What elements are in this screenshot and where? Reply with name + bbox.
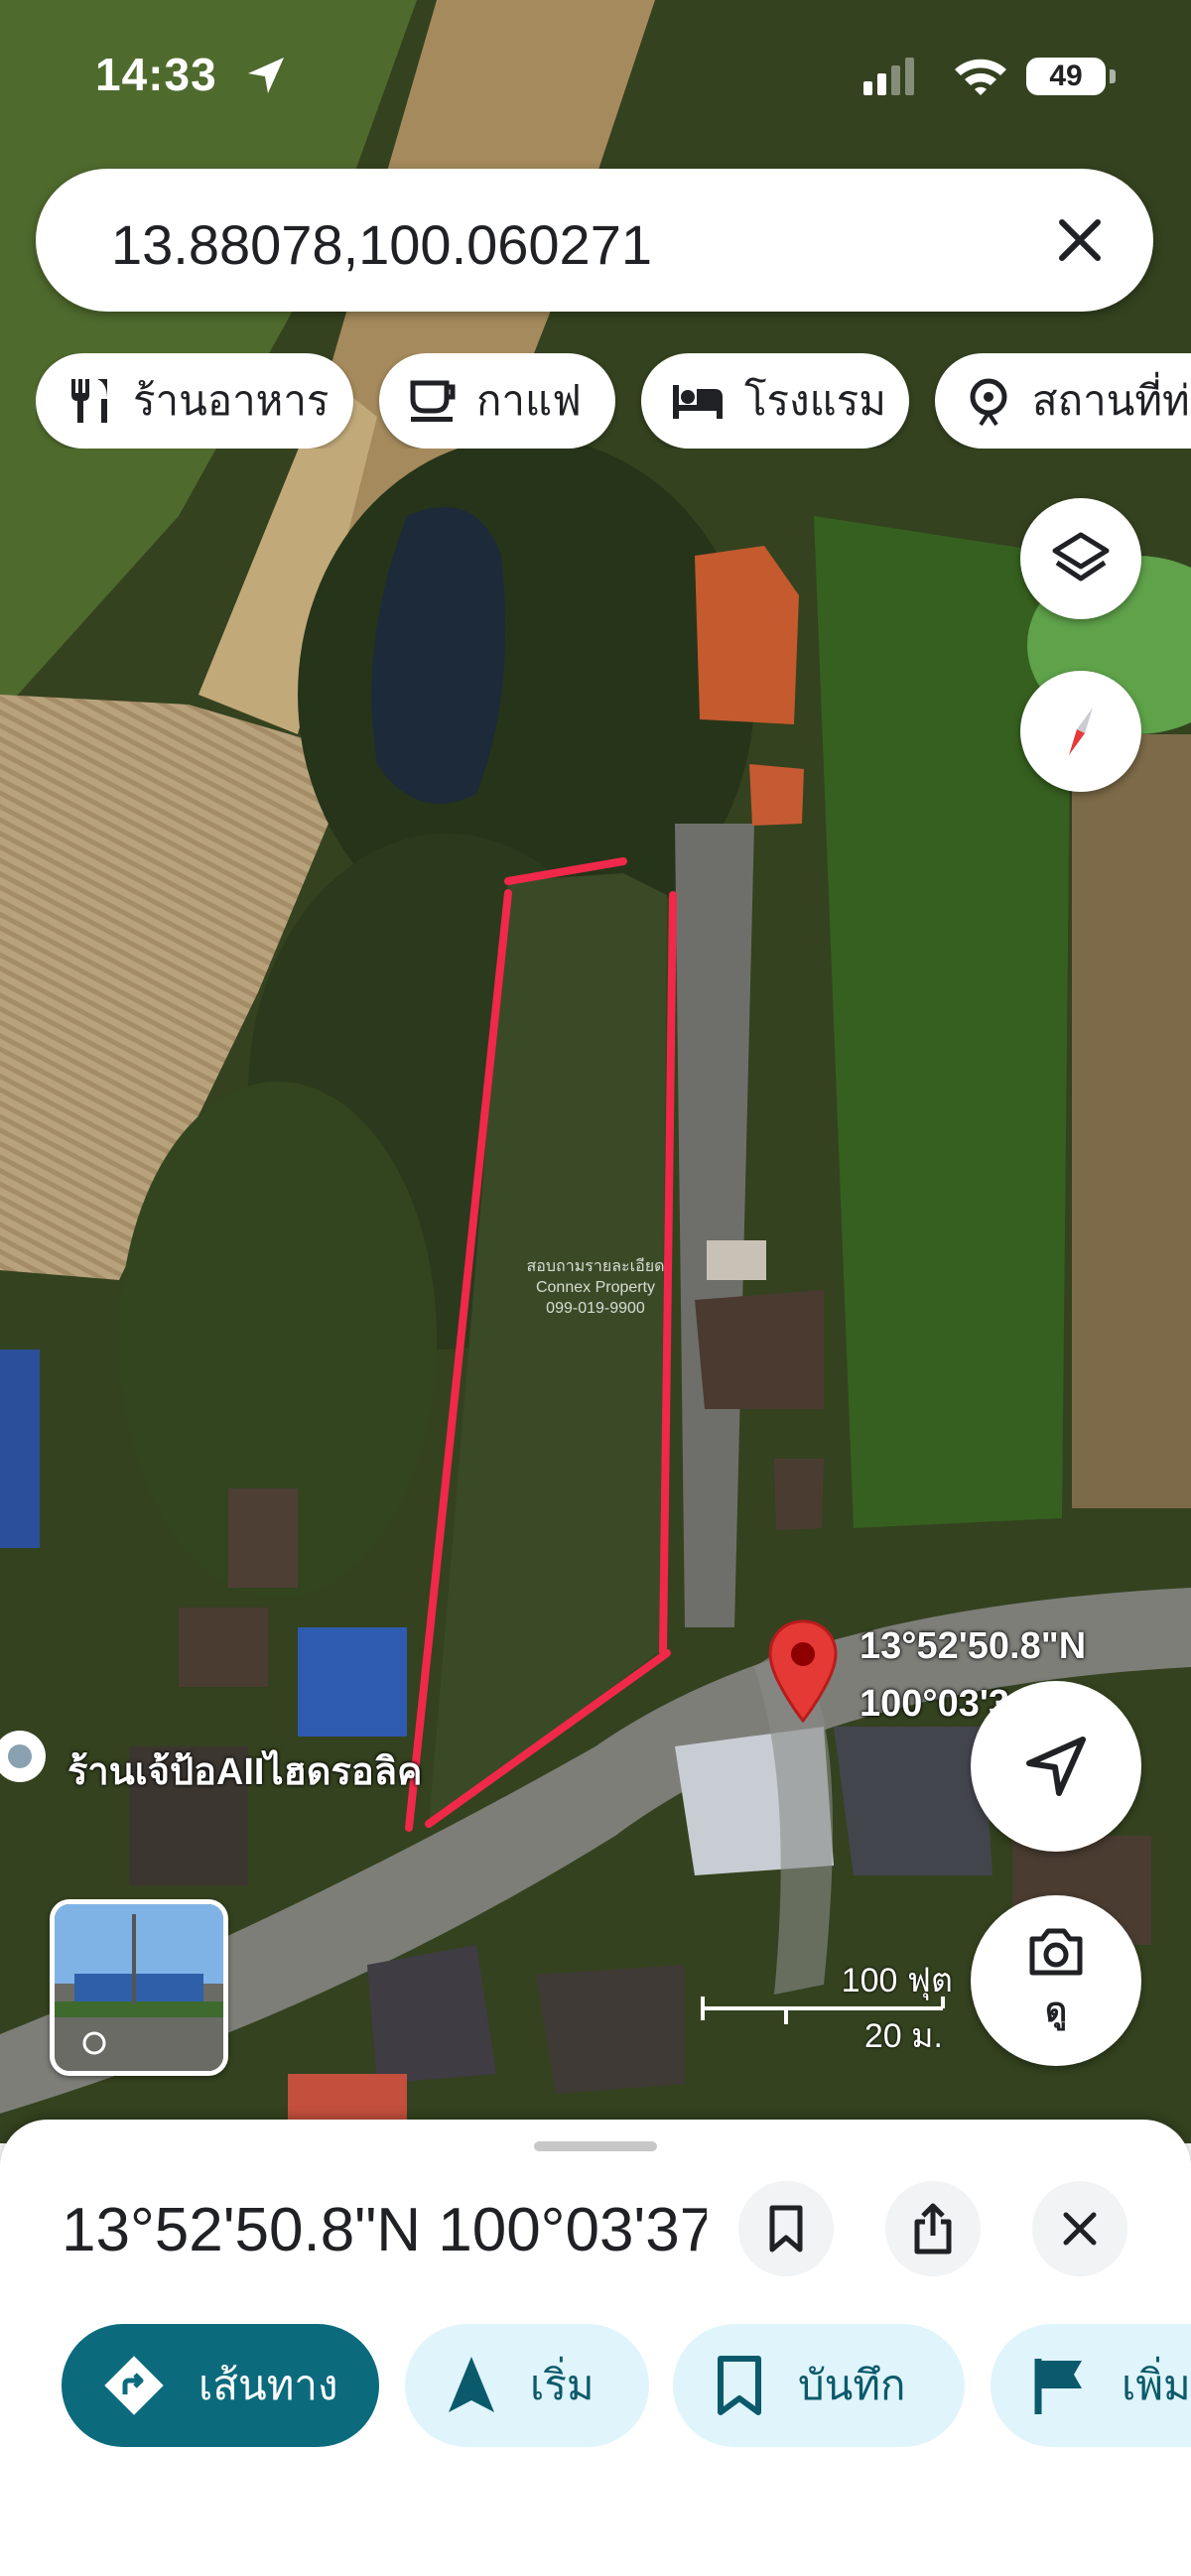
place-title: 13°52'50.8"N 100°03'37.0"E — [62, 2196, 707, 2264]
chip-coffee[interactable]: กาแฟ — [379, 353, 615, 449]
close-icon — [1063, 2212, 1097, 2246]
directions-button[interactable]: เส้นทาง — [62, 2324, 379, 2447]
bookmark-icon — [769, 2205, 803, 2253]
category-chips: ร้านอาหาร กาแฟ โรงแรม สถานที่ท่องเที่ยว — [36, 353, 1191, 449]
camera-icon — [1029, 1928, 1083, 1976]
chip-attractions[interactable]: สถานที่ท่องเที่ยว — [935, 353, 1191, 449]
save-action-button[interactable]: บันทึก — [673, 2324, 965, 2447]
layers-button[interactable] — [1020, 498, 1141, 619]
chip-label: สถานที่ท่องเที่ยว — [1032, 377, 1191, 424]
status-time: 14:33 — [95, 49, 217, 100]
search-bar[interactable]: 13.88078,100.060271 — [36, 169, 1153, 312]
bottom-sheet: 13°52'50.8"N 100°03'37.0"E เส้นทาง — [0, 2120, 1191, 2576]
chip-restaurants[interactable]: ร้านอาหาร — [36, 353, 353, 449]
view-button[interactable]: ดู — [971, 1895, 1141, 2066]
navigation-arrow-icon — [1026, 1737, 1086, 1796]
attraction-icon — [970, 378, 1007, 427]
poi-marker-icon[interactable] — [0, 1727, 52, 1786]
action-label: เพิ่มป้ายกำกับ — [1122, 2362, 1191, 2408]
wifi-icon — [955, 59, 1006, 95]
close-sheet-button[interactable] — [1032, 2181, 1127, 2276]
add-label-button[interactable]: เพิ่มป้ายกำกับ — [991, 2324, 1191, 2447]
scale-meters: 20 ม. — [863, 2017, 943, 2055]
layers-icon — [1052, 532, 1110, 581]
street-view-thumbnail[interactable] — [50, 1899, 228, 2076]
start-button[interactable]: เริ่ม — [405, 2324, 649, 2447]
drag-handle[interactable] — [534, 2141, 657, 2151]
coffee-icon — [410, 380, 456, 422]
chip-label: กาแฟ — [476, 377, 582, 424]
directions-icon — [104, 2356, 164, 2415]
close-icon[interactable] — [1050, 210, 1110, 270]
action-label: เริ่ม — [530, 2362, 595, 2408]
flag-icon — [1034, 2359, 1082, 2414]
chip-hotels[interactable]: โรงแรม — [641, 353, 909, 449]
watermark: สอบถามรายละเอียด Connex Property 099-019… — [526, 1258, 665, 1317]
chip-label: โรงแรม — [744, 377, 886, 424]
pin-latitude-label: 13°52'50.8"N — [860, 1625, 1087, 1667]
signal-icon — [863, 58, 914, 95]
share-button[interactable] — [885, 2181, 981, 2276]
action-buttons: เส้นทาง เริ่ม บันทึก เพิ่มป้ายกำกับ — [62, 2324, 1191, 2447]
action-label: เส้นทาง — [198, 2362, 338, 2408]
restaurant-icon — [71, 379, 107, 423]
location-arrow-icon — [248, 58, 284, 93]
save-button[interactable] — [738, 2181, 834, 2276]
battery-indicator: 49 — [1026, 58, 1106, 95]
navigate-icon — [449, 2357, 494, 2412]
location-pin-icon[interactable] — [766, 1617, 840, 1727]
status-bar: 14:33 49 — [0, 0, 1191, 149]
share-icon — [914, 2203, 952, 2254]
bookmark-icon — [718, 2356, 761, 2415]
search-query[interactable]: 13.88078,100.060271 — [111, 212, 652, 277]
my-location-button[interactable] — [971, 1681, 1141, 1852]
chip-label: ร้านอาหาร — [133, 377, 330, 424]
poi-label[interactable]: ร้านเจ้ป้อAIIไฮดรอลิค — [67, 1740, 422, 1801]
view-label: ดู — [1044, 1992, 1068, 2029]
scale-bar: 100 ฟุต 20 ม. — [695, 1953, 953, 2055]
compass-button[interactable] — [1020, 671, 1141, 792]
hotel-icon — [673, 385, 723, 419]
compass-icon — [1069, 708, 1093, 755]
action-label: บันทึก — [798, 2362, 906, 2408]
